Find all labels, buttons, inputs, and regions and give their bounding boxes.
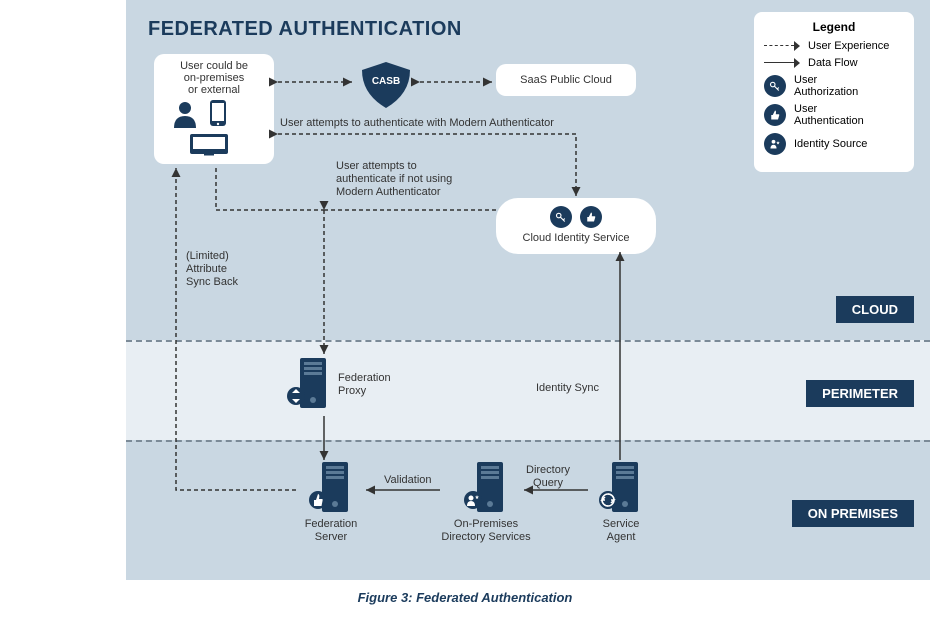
edge-label-validation: Validation [384, 474, 432, 487]
federation-server-label: Federation Server [286, 518, 376, 544]
zone-badge-perimeter: PERIMETER [806, 380, 914, 407]
edge-label-not-modern-auth: User attempts to authenticate if not usi… [336, 160, 496, 200]
cloud-identity-label: Cloud Identity Service [504, 232, 648, 244]
federation-proxy-label: Federation Proxy [338, 372, 391, 398]
zone-badge-cloud: CLOUD [836, 296, 914, 323]
node-federation-server: Federation Server [286, 460, 376, 544]
legend-row-user-authorization: User Authorization [764, 74, 904, 98]
figure-caption: Figure 3: Federated Authentication [0, 590, 930, 605]
user-devices-icon [160, 96, 270, 156]
edge-label-attr-sync: (Limited) Attribute Sync Back [186, 250, 256, 290]
server-icon [308, 460, 354, 518]
server-icon [286, 356, 332, 414]
edge-label-modern-auth: User attempts to authenticate with Moder… [280, 117, 580, 130]
zone-badge-onprem: ON PREMISES [792, 500, 914, 527]
dashed-arrow-icon [764, 41, 800, 51]
onprem-directory-label: On-Premises Directory Services [426, 518, 546, 544]
casb-label: CASB [356, 76, 416, 87]
person-star-icon [764, 133, 786, 155]
node-federation-proxy: Federation Proxy [286, 356, 416, 414]
legend-panel: Legend User Experience Data Flow User Au… [754, 12, 914, 172]
node-service-agent: Service Agent [576, 460, 666, 544]
legend-row-identity-source: Identity Source [764, 133, 904, 155]
key-icon [550, 206, 572, 228]
divider-cloud-perimeter [126, 340, 930, 342]
server-icon [598, 460, 644, 518]
node-user-label: User could be on-premises or external [160, 60, 268, 96]
edge-label-identity-sync: Identity Sync [536, 382, 599, 395]
edge-label-directory-query: Directory Query [526, 464, 570, 490]
server-icon [463, 460, 509, 518]
solid-arrow-icon [764, 58, 800, 68]
thumbs-up-icon [764, 104, 786, 126]
service-agent-label: Service Agent [576, 518, 666, 544]
key-icon [764, 75, 786, 97]
legend-row-user-authentication: User Authentication [764, 103, 904, 127]
node-casb: CASB [356, 60, 416, 110]
diagram-container: FEDERATED AUTHENTICATION CLOUD PERIMETER… [126, 0, 930, 580]
divider-perimeter-onprem [126, 440, 930, 442]
legend-title: Legend [764, 20, 904, 34]
node-saas: SaaS Public Cloud [496, 64, 636, 96]
saas-label: SaaS Public Cloud [504, 74, 628, 86]
node-cloud-identity: Cloud Identity Service [496, 198, 656, 254]
node-user: User could be on-premises or external [154, 54, 274, 164]
thumbs-up-icon [580, 206, 602, 228]
legend-row-data-flow: Data Flow [764, 57, 904, 69]
legend-row-user-experience: User Experience [764, 40, 904, 52]
diagram-title: FEDERATED AUTHENTICATION [148, 18, 462, 41]
